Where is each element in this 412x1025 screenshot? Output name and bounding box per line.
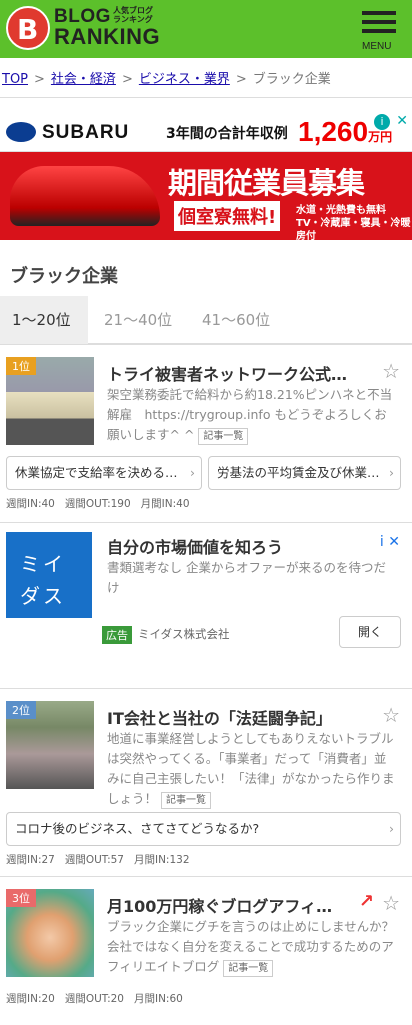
entry-stats: 週間IN:20 週間OUT:20 月間IN:60 <box>6 993 183 1005</box>
ad-headline: 期間従業員募集 <box>168 166 365 200</box>
ad-label-badge: 広告 <box>102 626 132 644</box>
logo-small-text: 人気ブログ ランキング <box>113 6 153 24</box>
entry-description: 地道に事業経営しようとしてもありえないトラブルは突然やってくる。「事業者」だって… <box>107 729 397 809</box>
ad-banner[interactable]: SUBARU 3年間の合計年収例 1,260万円 i ✕ 期間従業員募集 個室寮… <box>0 112 412 242</box>
entry-title[interactable]: 月100万円稼ぐブログアフィ… <box>107 893 357 917</box>
midas-logo: ミイ ダス <box>6 532 92 618</box>
hamburger-icon <box>362 11 396 15</box>
site-header: B BLOG 人気ブログ ランキング RANKING MENU <box>0 0 412 58</box>
rank-badge: 3位 <box>6 889 36 907</box>
related-post-link[interactable]: コロナ後のビジネス、さてさてどうなるか? › <box>6 812 401 846</box>
star-icon[interactable]: ☆ <box>382 703 400 727</box>
chevron-right-icon: › <box>389 465 394 480</box>
article-list-link[interactable]: 記事一覧 <box>161 792 211 809</box>
entry-thumbnail[interactable]: 2位 <box>6 701 94 789</box>
chevron-right-icon: › <box>190 465 195 480</box>
menu-button[interactable]: MENU <box>362 8 398 52</box>
subaru-logo-icon <box>6 122 36 142</box>
entry-description: 架空業務委託で給料から約18.21%ピンハネと不当解雇 https://tryg… <box>107 385 397 445</box>
breadcrumb-current: ブラック企業 <box>252 72 331 87</box>
native-ad-description: 書類選考なし 企業からオファーが来るのを待つだけ <box>107 560 386 595</box>
ranking-entry-3: 3位 月100万円稼ぐブログアフィ… ↗ ☆ ブラック企業にグチを言うのは止めに… <box>0 876 412 1025</box>
open-button[interactable]: 開く <box>339 616 401 648</box>
tab-rank-41-60[interactable]: 41〜60位 <box>190 296 282 344</box>
native-ad-title[interactable]: 自分の市場価値を知ろう <box>107 534 357 558</box>
article-list-link[interactable]: 記事一覧 <box>223 960 274 977</box>
article-list-link[interactable]: 記事一覧 <box>198 428 249 445</box>
related-post-link[interactable]: 労基法の平均賃金及び休業… › <box>208 456 401 490</box>
menu-label: MENU <box>362 41 392 52</box>
breadcrumb-top[interactable]: TOP <box>2 72 28 87</box>
tab-rank-21-40[interactable]: 21〜40位 <box>92 296 184 344</box>
entry-title[interactable]: IT会社と当社の「法廷闘争記」 <box>107 705 377 729</box>
ad-brand: SUBARU <box>42 122 130 143</box>
logo-text-ranking[interactable]: RANKING <box>54 24 160 50</box>
entry-description: ブラック企業にグチを言うのは止めにしませんか？会社ではなく自分を変えることで成功… <box>107 917 397 977</box>
entry-stats: 週間IN:40 週間OUT:190 月間IN:40 <box>6 498 190 510</box>
logo-badge-icon[interactable]: B <box>6 6 50 50</box>
ad-choices-icon[interactable]: i ✕ <box>380 534 400 550</box>
ad-company: ミイダス株式会社 <box>138 627 230 641</box>
entry-title[interactable]: トライ被害者ネットワーク公式… <box>107 361 373 385</box>
ad-subtext: 水道・光熱費も無料 TV・冷蔵庫・寝具・冷暖房付 <box>296 205 411 242</box>
ranking-entry-2: 2位 IT会社と当社の「法廷闘争記」 ☆ 地道に事業経営しようとしてもありえない… <box>0 688 412 876</box>
breadcrumb-society[interactable]: 社会・経済 <box>51 72 116 87</box>
ad-tagline: 3年間の合計年収例 <box>166 126 288 142</box>
car-image <box>10 166 160 226</box>
tab-rank-1-20[interactable]: 1〜20位 <box>0 296 88 344</box>
entry-thumbnail[interactable]: 3位 <box>6 889 94 977</box>
star-icon[interactable]: ☆ <box>382 891 400 915</box>
ad-subheadline: 個室寮無料! <box>174 201 281 231</box>
rank-badge: 1位 <box>6 357 36 375</box>
chevron-right-icon: › <box>389 821 394 836</box>
breadcrumb-business[interactable]: ビジネス・業界 <box>139 72 230 87</box>
related-post-link[interactable]: 休業協定で支給率を決める… › <box>6 456 202 490</box>
category-title: ブラック企業 <box>10 266 118 287</box>
ad-info-icon[interactable]: i <box>374 114 390 130</box>
star-icon[interactable]: ☆ <box>382 359 400 383</box>
entry-thumbnail[interactable]: 1位 <box>6 357 94 445</box>
breadcrumb: TOP > 社会・経済 > ビジネス・業界 > ブラック企業 <box>0 58 412 98</box>
entry-stats: 週間IN:27 週間OUT:57 月間IN:132 <box>6 854 190 866</box>
rank-tabs: 1〜20位 21〜40位 41〜60位 <box>0 296 412 344</box>
rank-badge: 2位 <box>6 701 36 719</box>
ad-close-icon[interactable]: ✕ <box>396 113 408 129</box>
rank-up-arrow-icon: ↗ <box>358 891 374 912</box>
